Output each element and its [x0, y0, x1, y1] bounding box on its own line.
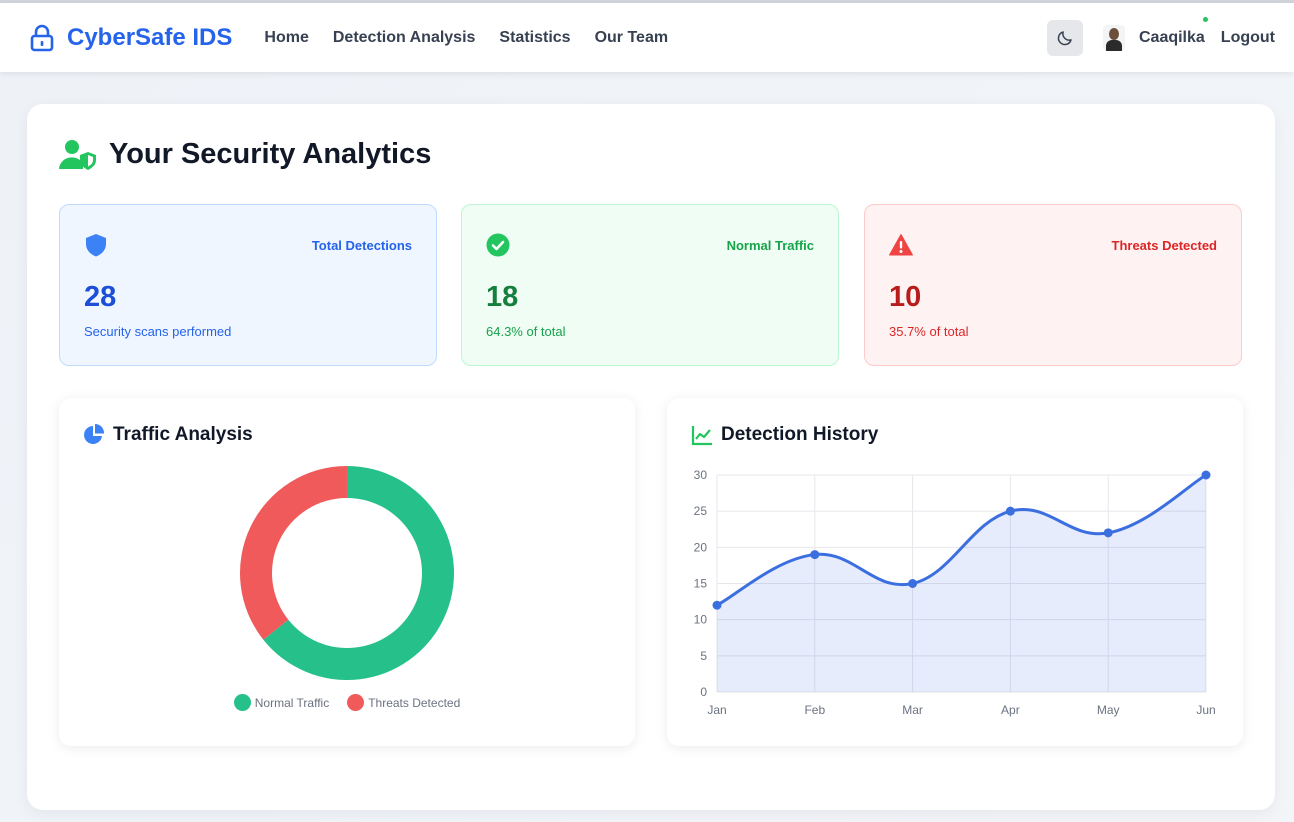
chart-legend: Normal Traffic Threats Detected [59, 694, 635, 711]
y-tick-label: 25 [694, 504, 708, 518]
avatar[interactable] [1102, 24, 1125, 51]
normal-traffic-card: Normal Traffic 18 64.3% of total [461, 204, 839, 366]
line-chart: 0 5 10 15 20 25 30 Jan Feb Mar Apr May Jun [694, 468, 1216, 717]
detection-history-card: Detection History 0 5 10 15 20 25 30 Jan Feb Mar A… [667, 398, 1243, 746]
legend-item-threats[interactable]: Threats Detected [347, 694, 460, 711]
x-tick-label: Feb [804, 703, 825, 717]
navbar: CyberSafe IDS Home Detection Analysis St… [0, 3, 1294, 72]
page-header: Your Security Analytics [59, 138, 431, 171]
data-point[interactable] [1005, 506, 1015, 516]
x-tick-label: Jun [1196, 703, 1215, 717]
stat-value: 28 [84, 281, 117, 313]
theme-toggle-button[interactable] [1046, 19, 1083, 56]
y-tick-label: 10 [694, 613, 708, 627]
x-tick-label: Jan [707, 703, 726, 717]
nav-link-detection-analysis[interactable]: Detection Analysis [333, 29, 476, 47]
nav-link-home[interactable]: Home [264, 29, 308, 47]
y-tick-label: 20 [694, 540, 708, 554]
shield-icon [86, 234, 106, 257]
logout-link[interactable]: Logout [1221, 29, 1275, 47]
stat-value: 10 [889, 281, 922, 313]
traffic-analysis-card: Traffic Analysis Normal Traffic Threats … [59, 398, 635, 746]
y-tick-label: 15 [694, 577, 708, 591]
legend-item-normal[interactable]: Normal Traffic [233, 694, 330, 711]
stat-subtext: 35.7% of total [889, 324, 969, 339]
stat-label: Total Detections [311, 238, 412, 253]
y-tick-label: 5 [700, 649, 707, 663]
username-text: Caaqilka [1138, 28, 1205, 46]
moon-icon [1057, 30, 1072, 45]
donut-slice-threats[interactable] [240, 466, 347, 640]
stat-label: Normal Traffic [726, 238, 814, 253]
data-point[interactable] [810, 550, 820, 560]
nav-link-our-team[interactable]: Our Team [595, 29, 669, 47]
legend-label: Threats Detected [368, 695, 461, 710]
y-tick-label: 30 [694, 468, 708, 482]
brand-name: CyberSafe IDS [67, 23, 233, 51]
stat-subtext: Security scans performed [84, 324, 232, 339]
data-point[interactable] [712, 600, 722, 610]
x-tick-label: Apr [1001, 703, 1020, 717]
page-title: Your Security Analytics [109, 138, 432, 170]
x-tick-label: Mar [902, 703, 923, 717]
stat-label: Threats Detected [1111, 238, 1217, 253]
legend-swatch [233, 694, 251, 711]
total-detections-card: Total Detections 28 Security scans perfo… [59, 204, 437, 366]
nav-link-statistics[interactable]: Statistics [499, 29, 570, 47]
data-point[interactable] [908, 579, 918, 588]
lock-icon [30, 24, 54, 51]
stat-subtext: 64.3% of total [486, 324, 566, 339]
legend-label: Normal Traffic [254, 695, 330, 710]
warning-icon [889, 234, 913, 256]
analytics-card: Your Security Analytics Total Detections… [27, 104, 1275, 810]
data-point[interactable] [1201, 470, 1211, 480]
threats-detected-card: Threats Detected 10 35.7% of total [864, 204, 1242, 366]
y-tick-label: 0 [700, 685, 707, 699]
nav-links: Home Detection Analysis Statistics Our T… [264, 29, 692, 47]
brand[interactable]: CyberSafe IDS [29, 24, 264, 52]
user-shield-icon [59, 139, 96, 170]
data-point[interactable] [1103, 528, 1113, 538]
username[interactable]: Caaqilka [1138, 16, 1208, 47]
stat-value: 18 [486, 281, 519, 313]
legend-swatch [347, 694, 365, 711]
check-circle-icon [486, 233, 510, 257]
online-status-dot [1202, 16, 1208, 22]
x-tick-label: May [1097, 703, 1120, 717]
nav-right: Caaqilka Logout [1046, 16, 1275, 56]
line-area-fill [717, 475, 1206, 692]
